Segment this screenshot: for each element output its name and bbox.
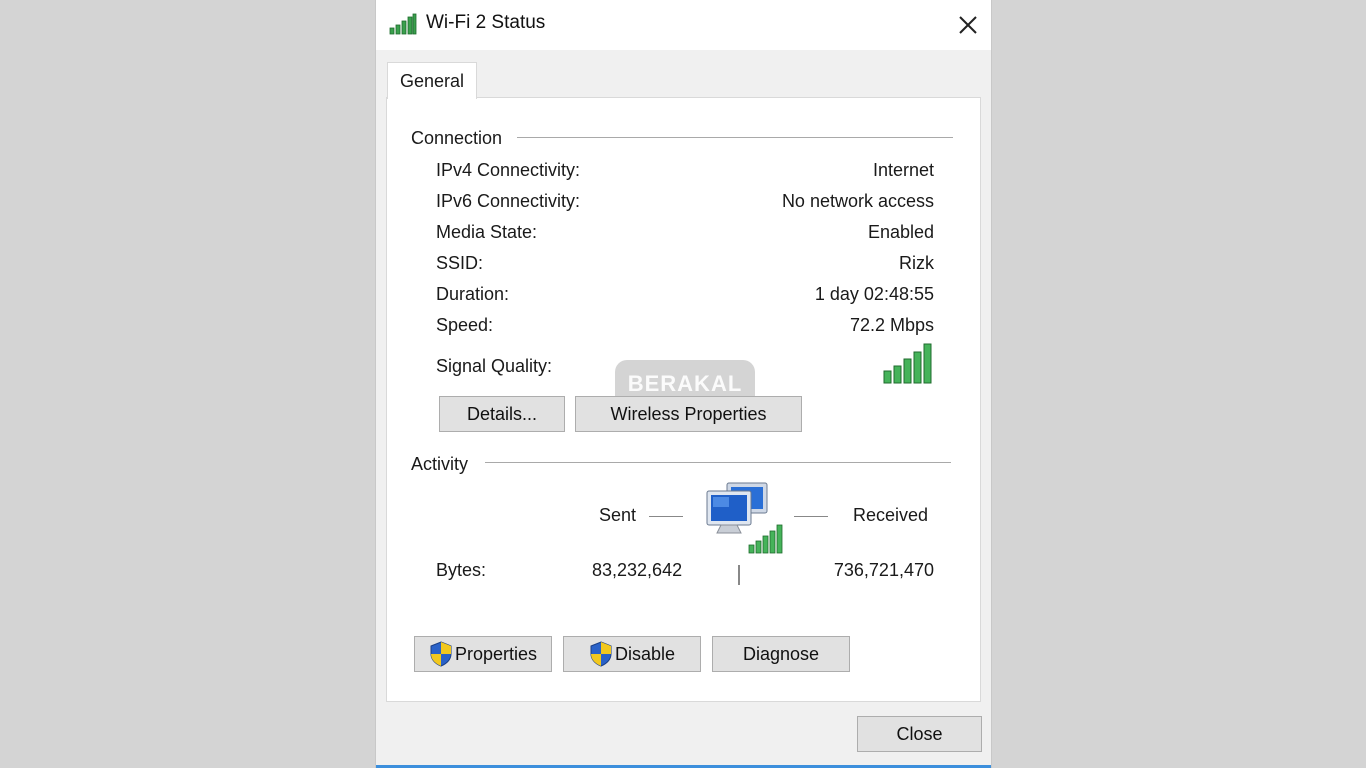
media-state-label: Media State:	[436, 222, 538, 242]
wifi-status-dialog: Wi-Fi 2 Status General Connection IPv4 C…	[375, 0, 992, 768]
details-button[interactable]: Details...	[439, 396, 565, 432]
ipv6-value: No network access	[781, 191, 934, 211]
ipv6-label: IPv6 Connectivity:	[436, 191, 581, 211]
disable-button[interactable]: Disable	[563, 636, 701, 672]
received-line	[794, 516, 828, 517]
close-button[interactable]: Close	[857, 716, 982, 752]
disable-button-label: Disable	[614, 643, 676, 664]
uac-shield-icon	[590, 641, 612, 667]
properties-button[interactable]: Properties	[414, 636, 552, 672]
speed-label: Speed:	[436, 315, 494, 335]
bytes-label: Bytes:	[436, 560, 487, 580]
ssid-value: Rizk	[899, 253, 934, 273]
signal-bars-icon	[389, 13, 417, 35]
uac-shield-icon	[430, 641, 452, 667]
connection-group-title: Connection	[411, 128, 503, 148]
sent-line	[649, 516, 683, 517]
bytes-sent-value: 83,232,642	[592, 560, 683, 580]
ipv4-value: Internet	[872, 160, 934, 180]
properties-button-label: Properties	[454, 643, 538, 664]
wireless-properties-button[interactable]: Wireless Properties	[575, 396, 802, 432]
duration-label: Duration:	[436, 284, 510, 304]
duration-value: 1 day 02:48:55	[814, 284, 934, 304]
activity-divider	[485, 462, 951, 463]
signal-quality-icon	[883, 343, 932, 384]
media-state-value: Enabled	[867, 222, 934, 242]
tab-general[interactable]: General	[387, 62, 477, 99]
ssid-label: SSID:	[436, 253, 484, 273]
signal-quality-label: Signal Quality:	[436, 356, 553, 376]
diagnose-button[interactable]: Diagnose	[712, 636, 850, 672]
window-title: Wi-Fi 2 Status	[426, 12, 546, 33]
received-label: Received	[853, 505, 929, 525]
title-bar: Wi-Fi 2 Status	[376, 0, 991, 50]
bytes-received-value: 736,721,470	[833, 560, 934, 580]
speed-value: 72.2 Mbps	[849, 315, 934, 335]
sent-label: Sent	[599, 505, 637, 525]
ipv4-label: IPv4 Connectivity:	[436, 160, 581, 180]
network-computers-icon	[706, 482, 783, 554]
activity-separator	[738, 565, 740, 585]
connection-divider	[517, 137, 953, 138]
close-icon[interactable]	[954, 11, 982, 39]
activity-group-title: Activity	[411, 454, 469, 474]
general-panel: Connection IPv4 Connectivity: Internet I…	[386, 97, 981, 702]
